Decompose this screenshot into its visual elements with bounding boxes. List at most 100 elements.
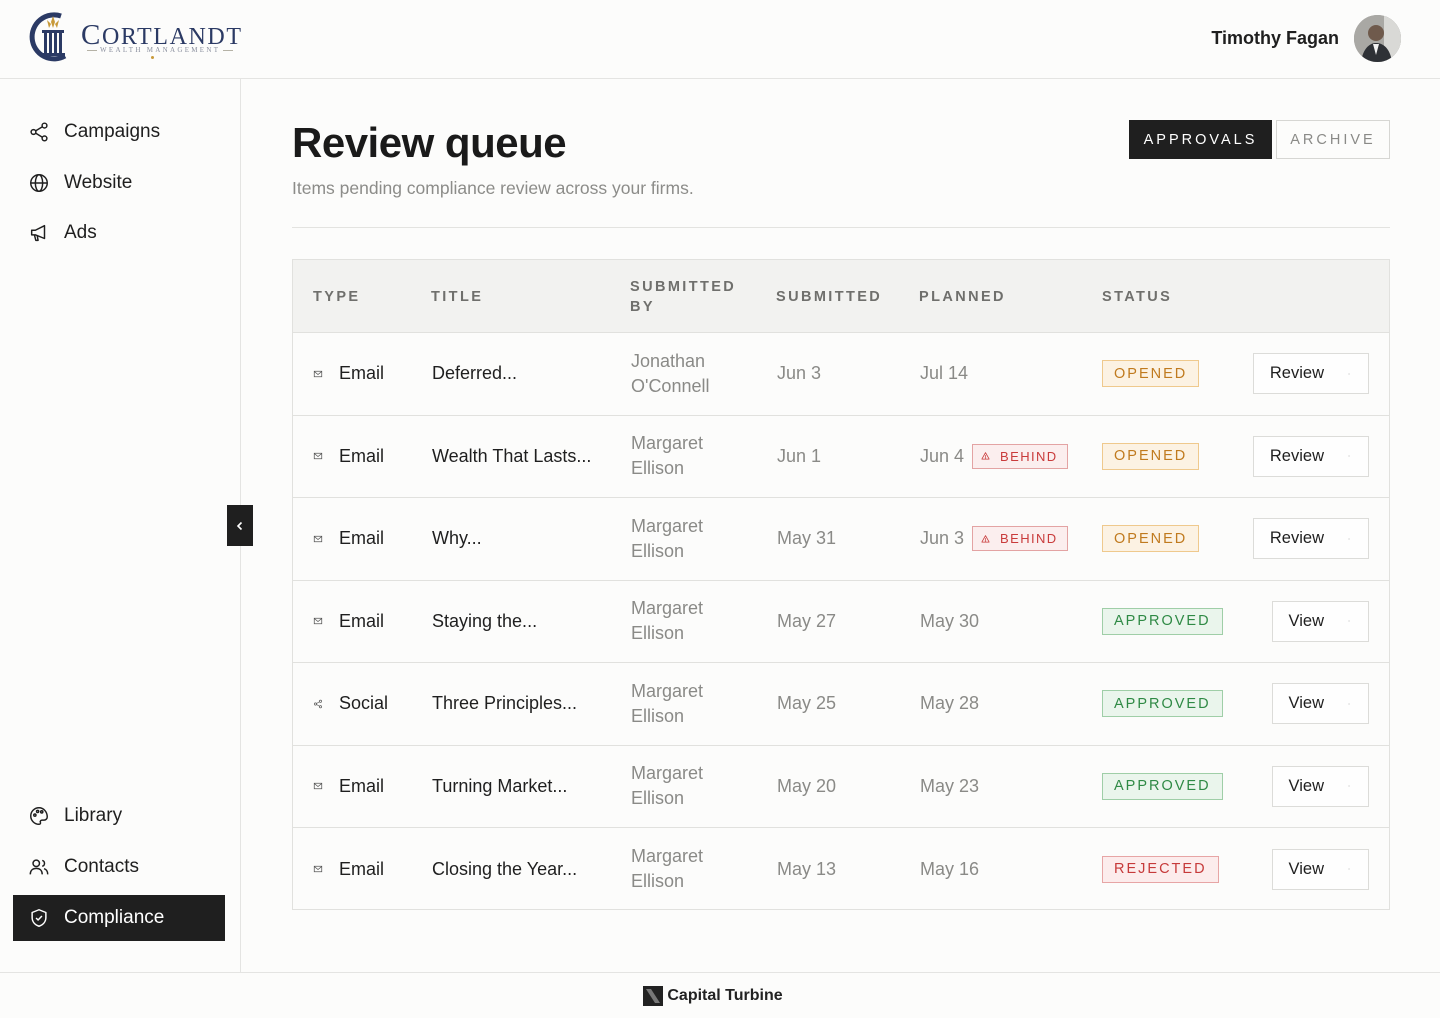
row-title: Deferred... xyxy=(432,363,518,384)
sidebar: Campaigns Website Ads Library Contacts C… xyxy=(0,79,241,972)
action-label: Review xyxy=(1269,529,1324,548)
megaphone-icon xyxy=(30,224,46,242)
col-header-submitted: SUBMITTED xyxy=(776,289,883,305)
top-bar: CORTLANDT WEALTH MANAGEMENT Timothy Faga… xyxy=(0,0,1440,79)
row-action: View xyxy=(1271,828,1369,911)
action-label: View xyxy=(1288,694,1324,713)
tab-archive[interactable]: ARCHIVE xyxy=(1276,120,1390,159)
row-action: View xyxy=(1271,581,1369,663)
row-action: Review xyxy=(1252,416,1369,498)
table-header: TYPE TITLE SUBMITTED BY SUBMITTED PLANNE… xyxy=(293,260,1389,333)
view-button[interactable]: View xyxy=(1271,848,1369,890)
sidebar-item-library[interactable]: Library xyxy=(13,793,225,839)
status-badge: REJECTED xyxy=(1102,855,1219,883)
envelope-icon xyxy=(313,777,331,795)
sidebar-item-compliance[interactable]: Compliance xyxy=(13,895,225,941)
row-title: Wealth That Lasts... xyxy=(432,445,592,466)
row-planned: Jun 3 BEHIND xyxy=(920,498,1068,580)
view-button[interactable]: View xyxy=(1271,765,1369,807)
table-row: Email Closing the Year... Margaret Ellison M… xyxy=(293,828,1389,911)
brand-logo[interactable]: CORTLANDT WEALTH MANAGEMENT xyxy=(27,10,241,66)
envelope-icon xyxy=(313,365,331,383)
row-title: Why... xyxy=(432,528,482,549)
behind-badge: BEHIND xyxy=(972,443,1068,469)
submitter-first-name: Margaret xyxy=(631,680,704,701)
col-header-type: TYPE xyxy=(313,289,361,305)
row-type-label: Email xyxy=(339,858,385,879)
col-header-title: TITLE xyxy=(431,289,484,305)
row-type: Email xyxy=(313,333,384,415)
status-badge: APPROVED xyxy=(1102,607,1223,635)
submitter-last-name: O'Connell xyxy=(631,375,710,396)
footer: Capital Turbine xyxy=(0,972,1440,1018)
action-label: View xyxy=(1288,776,1324,795)
row-submitted-date: May 31 xyxy=(777,528,837,549)
row-action: Review xyxy=(1252,333,1369,415)
row-planned: Jul 14 xyxy=(920,333,968,415)
avatar[interactable] xyxy=(1354,15,1401,62)
row-status: APPROVED xyxy=(1102,746,1223,828)
row-submitted-by: Margaret Ellison xyxy=(631,746,761,828)
tab-approvals[interactable]: APPROVALS xyxy=(1129,120,1272,159)
review-button[interactable]: Review xyxy=(1252,435,1369,477)
row-planned: May 30 xyxy=(920,581,979,663)
row-submitted-by: Jonathan O'Connell xyxy=(631,333,761,415)
status-badge: OPENED xyxy=(1102,360,1200,388)
sidebar-item-label: Ads xyxy=(64,222,97,243)
row-title: Turning Market... xyxy=(432,775,568,796)
sidebar-item-label: Campaigns xyxy=(64,121,161,142)
row-action: View xyxy=(1271,663,1369,745)
row-type-label: Email xyxy=(339,363,385,384)
sidebar-item-contacts[interactable]: Contacts xyxy=(13,844,225,890)
submitter-first-name: Margaret xyxy=(631,515,704,536)
user-name: Timothy Fagan xyxy=(1211,28,1339,48)
row-status: APPROVED xyxy=(1102,581,1223,663)
column-logo-icon xyxy=(29,12,67,62)
row-action: View xyxy=(1271,746,1369,828)
submitter-first-name: Jonathan xyxy=(631,350,706,371)
user-photo-icon xyxy=(1354,15,1401,62)
submitter-last-name: Ellison xyxy=(631,705,685,726)
row-submitted-date: May 25 xyxy=(777,693,837,714)
view-button[interactable]: View xyxy=(1271,600,1369,642)
review-button[interactable]: Review xyxy=(1252,518,1369,560)
sidebar-item-label: Library xyxy=(64,805,123,826)
action-label: Review xyxy=(1269,446,1324,465)
row-type-label: Email xyxy=(339,445,385,466)
row-type-label: Email xyxy=(339,610,385,631)
review-button[interactable]: Review xyxy=(1252,353,1369,395)
envelope-icon xyxy=(313,860,331,878)
row-status: OPENED xyxy=(1102,333,1200,415)
sidebar-item-campaigns[interactable]: Campaigns xyxy=(13,109,225,155)
row-type: Email xyxy=(313,746,384,828)
row-submitted-date: May 27 xyxy=(777,610,837,631)
sidebar-item-website[interactable]: Website xyxy=(13,160,225,206)
row-type-label: Social xyxy=(339,693,389,714)
sidebar-collapse-button[interactable] xyxy=(227,505,253,546)
action-label: View xyxy=(1288,611,1324,630)
submitter-first-name: Margaret xyxy=(631,433,704,454)
chevron-right-icon xyxy=(1336,614,1350,628)
view-button[interactable]: View xyxy=(1271,683,1369,725)
shield-check-icon xyxy=(31,909,47,927)
envelope-icon xyxy=(313,530,331,548)
row-submitted-by: Margaret Ellison xyxy=(631,828,761,911)
row-type-label: Email xyxy=(339,775,385,796)
submitter-last-name: Ellison xyxy=(631,871,685,892)
chevron-right-icon xyxy=(1336,532,1350,546)
row-status: OPENED xyxy=(1102,416,1200,498)
status-badge: APPROVED xyxy=(1102,690,1223,718)
row-status: OPENED xyxy=(1102,498,1200,580)
table-row: Email Deferred... Jonathan O'Connell Jun 3 Ju… xyxy=(293,333,1389,416)
row-planned: Jun 4 BEHIND xyxy=(920,416,1068,498)
col-header-planned: PLANNED xyxy=(919,289,1006,305)
row-type-label: Email xyxy=(339,528,385,549)
sidebar-item-ads[interactable]: Ads xyxy=(13,210,225,256)
user-menu[interactable]: Timothy Fagan xyxy=(1211,15,1401,62)
row-type: Email xyxy=(313,498,384,580)
row-submitted-date: May 13 xyxy=(777,858,837,879)
chevron-right-icon xyxy=(1336,697,1350,711)
row-planned-date: Jun 4 xyxy=(920,445,965,466)
table-row: Email Turning Market... Margaret Ellison May… xyxy=(293,746,1389,828)
envelope-icon xyxy=(313,447,331,465)
